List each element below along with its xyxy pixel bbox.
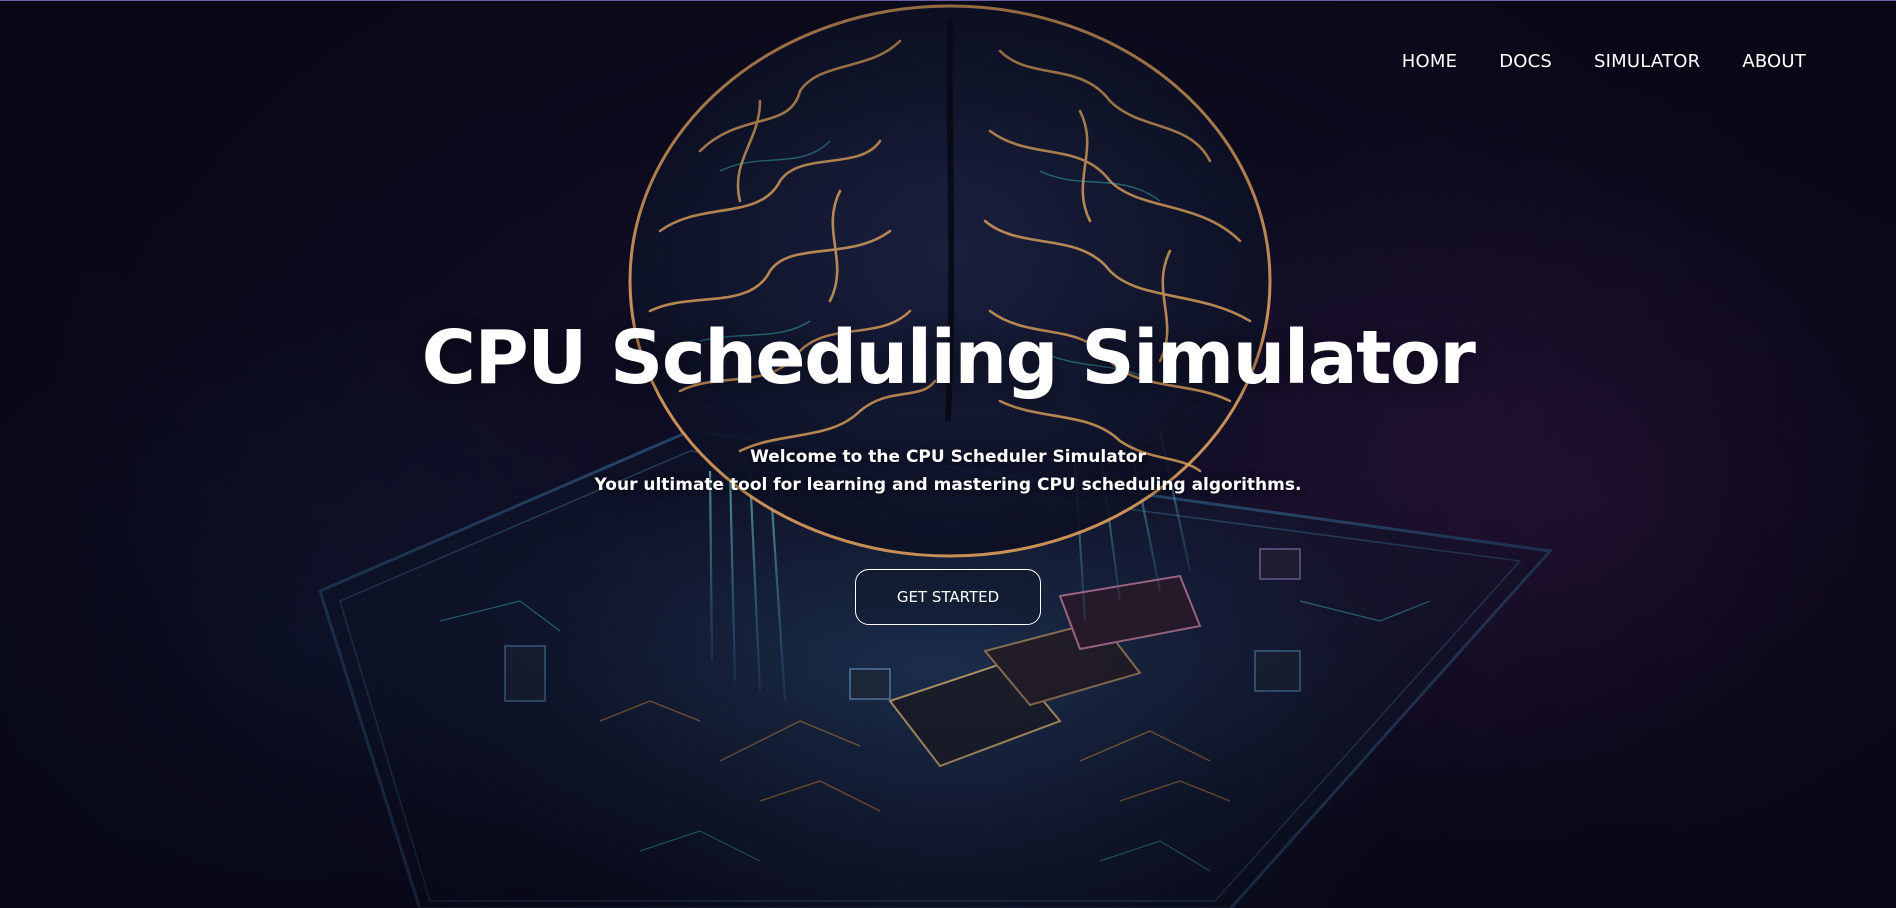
nav-docs-link[interactable]: DOCS xyxy=(1478,47,1573,76)
hero-section: CPU Scheduling Simulator Welcome to the … xyxy=(0,313,1896,625)
top-navigation: HOME DOCS SIMULATOR ABOUT xyxy=(1381,47,1806,76)
hero-subtitle: Welcome to the CPU Scheduler Simulator Y… xyxy=(0,443,1896,499)
nav-simulator-link[interactable]: SIMULATOR xyxy=(1573,47,1721,76)
get-started-button[interactable]: GET STARTED xyxy=(855,569,1041,625)
hero-subtitle-line-2: Your ultimate tool for learning and mast… xyxy=(594,475,1302,495)
hero-title: CPU Scheduling Simulator xyxy=(421,315,1476,401)
nav-home-link[interactable]: HOME xyxy=(1381,47,1478,76)
nav-about-link[interactable]: ABOUT xyxy=(1721,47,1806,76)
hero-subtitle-line-1: Welcome to the CPU Scheduler Simulator xyxy=(750,447,1146,467)
landing-page: HOME DOCS SIMULATOR ABOUT CPU Scheduling… xyxy=(0,0,1896,908)
